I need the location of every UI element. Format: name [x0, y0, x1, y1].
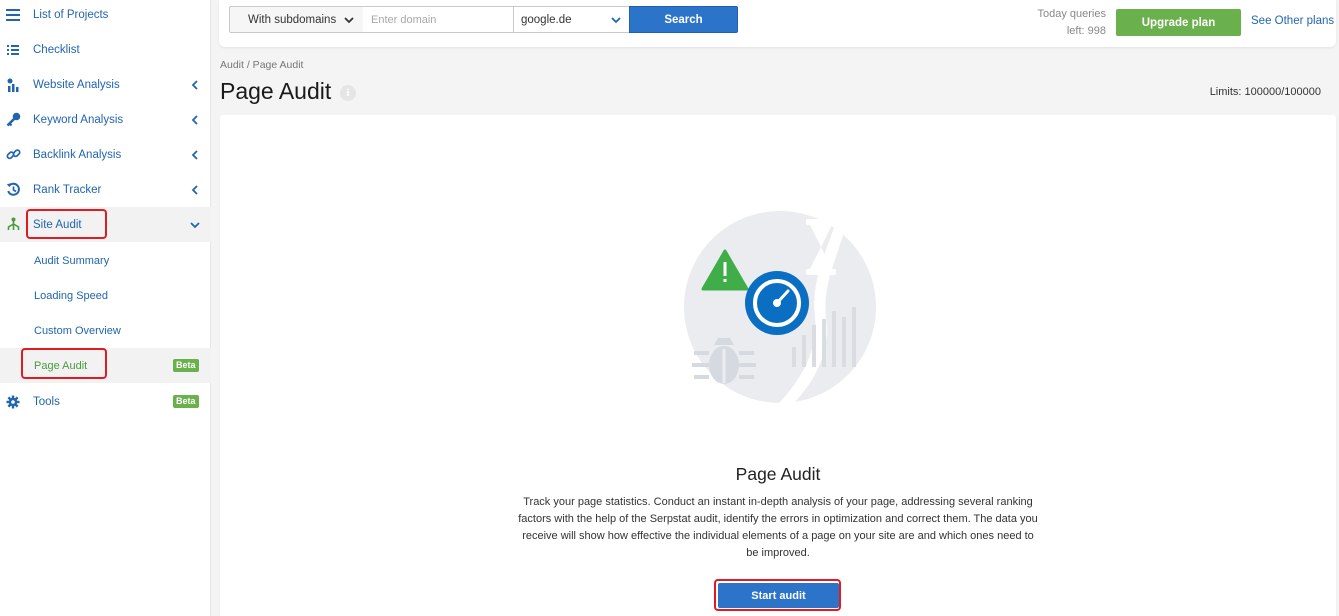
sidebar-item-label: Rank Tracker	[33, 183, 102, 196]
chevron-left-icon	[191, 149, 198, 160]
domain-input[interactable]	[363, 6, 514, 33]
link-icon	[5, 147, 21, 163]
page-audit-illustration	[684, 207, 876, 407]
breadcrumb[interactable]: Audit / Page Audit	[220, 59, 303, 71]
sidebar-item-label: Checklist	[33, 43, 80, 56]
list-icon	[5, 42, 21, 58]
queries-label: Today queries	[1037, 8, 1107, 20]
beta-badge: Beta	[173, 395, 199, 408]
upgrade-plan-button[interactable]: Upgrade plan	[1116, 9, 1241, 36]
start-audit-button[interactable]: Start audit	[718, 583, 839, 608]
page-title: Page Audit	[220, 78, 332, 104]
sidebar-subitem-label: Loading Speed	[34, 289, 109, 302]
sidebar: List of Projects Checklist Website Analy…	[0, 0, 211, 616]
chevron-down-icon	[611, 17, 621, 24]
sidebar-item-label: Tools	[33, 395, 60, 408]
gear-icon	[5, 394, 21, 410]
subdomains-select[interactable]: With subdomains	[229, 6, 364, 33]
info-icon[interactable]: i	[340, 85, 356, 101]
chevron-left-icon	[191, 114, 198, 125]
main-card: Page Audit Track your page statistics. C…	[220, 115, 1336, 616]
sidebar-item-label: Backlink Analysis	[33, 148, 122, 161]
sidebar-item-checklist[interactable]: Checklist	[0, 32, 211, 67]
top-search-bar: With subdomains google.de Search Today q…	[219, 0, 1336, 47]
sitemap-icon	[5, 217, 21, 233]
sidebar-item-tools[interactable]: Tools Beta	[0, 384, 211, 419]
sidebar-subitem-label: Audit Summary	[34, 254, 110, 267]
chevron-down-icon	[344, 17, 354, 24]
sidebar-item-rank-tracker[interactable]: Rank Tracker	[0, 172, 211, 207]
database-select[interactable]: google.de	[513, 6, 630, 33]
queries-left: Today queries left: 998	[1038, 6, 1107, 40]
sidebar-subitem-audit-summary[interactable]: Audit Summary	[0, 243, 211, 278]
speedometer-icon	[745, 271, 809, 335]
see-other-plans-link[interactable]: See Other plans	[1251, 15, 1334, 27]
chevron-left-icon	[191, 79, 198, 90]
history-icon	[5, 182, 21, 198]
sidebar-subitem-label: Custom Overview	[34, 324, 121, 337]
sidebar-item-label: Keyword Analysis	[33, 113, 124, 126]
sidebar-item-label: Website Analysis	[33, 78, 120, 91]
chart-icon	[5, 77, 21, 93]
sidebar-item-list-of-projects[interactable]: List of Projects	[0, 0, 211, 32]
sidebar-subitem-loading-speed[interactable]: Loading Speed	[0, 278, 211, 313]
subdomains-select-value: With subdomains	[248, 13, 337, 26]
sidebar-item-label: Site Audit	[33, 218, 82, 231]
limits-text: Limits: 100000/100000	[1209, 86, 1321, 98]
chevron-down-icon	[190, 221, 200, 228]
sidebar-item-site-audit[interactable]: Site Audit	[0, 207, 211, 242]
sidebar-item-backlink-analysis[interactable]: Backlink Analysis	[0, 137, 211, 172]
sidebar-item-website-analysis[interactable]: Website Analysis	[0, 67, 211, 102]
sidebar-subitem-custom-overview[interactable]: Custom Overview	[0, 313, 211, 348]
menu-icon	[5, 7, 21, 23]
sidebar-item-label: List of Projects	[33, 8, 109, 21]
database-select-value: google.de	[521, 13, 572, 26]
page-audit-heading: Page Audit	[735, 464, 821, 484]
chevron-left-icon	[191, 184, 198, 195]
page-audit-description: Track your page statistics. Conduct an i…	[518, 496, 1038, 559]
beta-badge: Beta	[173, 359, 199, 372]
search-button[interactable]: Search	[629, 6, 738, 33]
sidebar-subitem-label: Page Audit	[34, 359, 88, 372]
sidebar-subitem-page-audit[interactable]: Page Audit Beta	[0, 348, 211, 383]
sidebar-item-keyword-analysis[interactable]: Keyword Analysis	[0, 102, 211, 137]
key-icon	[5, 112, 21, 128]
queries-count: left: 998	[1066, 25, 1106, 37]
